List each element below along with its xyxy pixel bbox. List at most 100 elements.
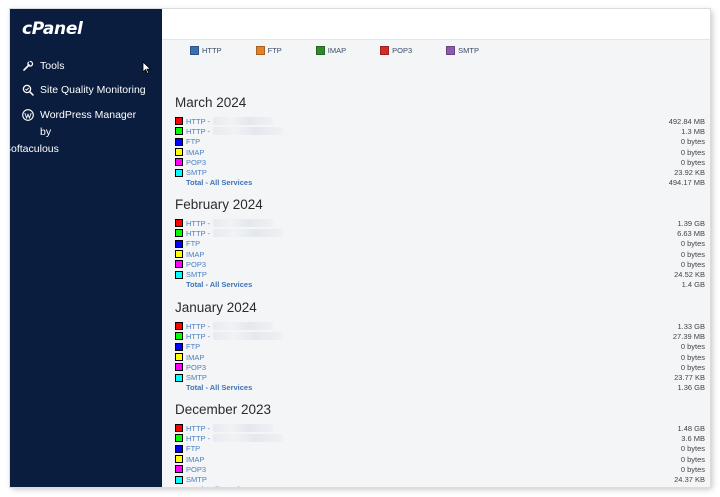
service-link[interactable]: HTTP -: [186, 322, 210, 331]
service-color-swatch: [175, 148, 183, 157]
legend-label: HTTP: [202, 46, 222, 55]
service-link[interactable]: HTTP -: [186, 127, 210, 136]
service-row: FTP 0 bytes: [175, 239, 705, 249]
service-link[interactable]: FTP: [186, 137, 200, 146]
bandwidth-content: HTTP FTP IMAP POP3 SMTP March 2024 HTTP -492.…: [162, 40, 710, 487]
service-usage-value: 0 bytes: [680, 362, 705, 372]
service-row: FTP 0 bytes: [175, 137, 705, 147]
service-link[interactable]: FTP: [186, 342, 200, 351]
service-color-swatch: [175, 270, 183, 279]
service-usage-value: 23.92 KB: [674, 168, 705, 178]
service-row: HTTP - 27.39 MB: [175, 331, 705, 341]
service-link[interactable]: SMTP: [186, 168, 207, 177]
service-link[interactable]: HTTP -: [186, 229, 210, 238]
service-color-swatch: [175, 444, 183, 453]
service-usage-value: 6.63 MB: [677, 228, 705, 238]
total-all-services-link[interactable]: Total - All Services: [186, 178, 252, 187]
service-row: POP3 0 bytes: [175, 464, 705, 474]
service-link[interactable]: IMAP: [186, 148, 204, 157]
service-color-swatch: [175, 465, 183, 474]
service-row: FTP 0 bytes: [175, 444, 705, 454]
service-row: SMTP 23.92 KB: [175, 167, 705, 177]
service-link[interactable]: POP3: [186, 158, 206, 167]
service-usage-value: 1.33 GB: [677, 321, 705, 331]
legend-label: SMTP: [458, 46, 479, 55]
service-row: IMAP 0 bytes: [175, 454, 705, 464]
service-row: HTTP - 1.33 GB: [175, 321, 705, 331]
total-all-services-link[interactable]: Total - All Services: [186, 280, 252, 289]
service-link[interactable]: HTTP -: [186, 332, 210, 341]
service-link[interactable]: IMAP: [186, 353, 204, 362]
service-color-swatch: [175, 250, 183, 259]
legend-item-imap: IMAP: [315, 46, 346, 55]
service-color-swatch: [175, 322, 183, 331]
legend-item-smtp: SMTP: [446, 46, 479, 55]
service-row: POP3 0 bytes: [175, 157, 705, 167]
service-link[interactable]: IMAP: [186, 250, 204, 259]
service-row: IMAP 0 bytes: [175, 147, 705, 157]
legend-swatch: [315, 46, 325, 55]
service-usage-value: 0 bytes: [680, 342, 705, 352]
top-bar: [162, 9, 710, 40]
service-link[interactable]: HTTP -: [186, 117, 210, 126]
service-link[interactable]: HTTP -: [186, 434, 210, 443]
legend-item-http: HTTP: [190, 46, 222, 55]
service-usage-value: 0 bytes: [680, 444, 705, 454]
legend-swatch: [446, 46, 456, 55]
service-color-swatch: [175, 168, 183, 177]
chart-legend: HTTP FTP IMAP POP3 SMTP: [190, 46, 513, 55]
service-row: POP3 0 bytes: [175, 259, 705, 269]
service-row: SMTP 23.77 KB: [175, 372, 705, 382]
sidebar-item-label-line2: Softaculous: [10, 143, 59, 155]
redacted-domain: [213, 424, 274, 433]
wrench-icon: [23, 60, 34, 71]
sidebar-item-wordpress-manager[interactable]: WordPress Manager by Softaculous: [10, 107, 152, 158]
service-link[interactable]: SMTP: [186, 475, 207, 484]
service-link[interactable]: FTP: [186, 444, 200, 453]
service-link[interactable]: POP3: [186, 363, 206, 372]
service-row: IMAP 0 bytes: [175, 352, 705, 362]
service-color-swatch: [175, 332, 183, 341]
service-link[interactable]: HTTP -: [186, 219, 210, 228]
legend-label: POP3: [392, 46, 413, 55]
service-row: HTTP - 1.3 MB: [175, 126, 705, 136]
service-usage-value: 0 bytes: [680, 352, 705, 362]
service-usage-value: 23.77 KB: [674, 373, 705, 383]
total-all-services-link[interactable]: Total - All Services: [186, 383, 252, 392]
service-link[interactable]: IMAP: [186, 455, 204, 464]
service-color-swatch: [175, 475, 183, 484]
service-link[interactable]: POP3: [186, 260, 206, 269]
service-usage-value: 0 bytes: [680, 259, 705, 269]
service-link[interactable]: POP3: [186, 465, 206, 474]
service-usage-value: 1.3 MB: [681, 126, 705, 136]
service-row: SMTP 24.52 KB: [175, 269, 705, 279]
sidebar-item-label: WordPress Manager by: [40, 109, 137, 138]
legend-swatch: [190, 46, 199, 55]
service-usage-value: 24.52 KB: [674, 270, 705, 280]
month-section: February 2024 HTTP -1.39 GB HTTP -6.63 MB F…: [175, 195, 705, 290]
service-usage-value: 27.39 MB: [672, 331, 705, 341]
total-usage-value: 494.17 MB: [668, 178, 705, 188]
service-usage-value: 1.48 GB: [677, 423, 705, 433]
month-title: January 2024: [175, 300, 257, 315]
service-color-swatch: [175, 363, 183, 372]
sidebar-item-site-quality-monitoring[interactable]: Site Quality Monitoring: [22, 82, 146, 99]
service-usage-value: 1.39 GB: [677, 218, 705, 228]
service-color-swatch: [175, 424, 183, 433]
service-link[interactable]: SMTP: [186, 270, 207, 279]
legend-label: FTP: [267, 46, 282, 55]
service-row: HTTP - 3.6 MB: [175, 433, 705, 443]
sidebar-item-tools[interactable]: Tools: [22, 58, 65, 75]
service-link[interactable]: SMTP: [186, 373, 207, 382]
cpanel-logo[interactable]: cPanel: [22, 19, 83, 39]
total-row: Total - All Services 1.49 GB: [175, 485, 705, 487]
service-color-swatch: [175, 229, 183, 238]
service-usage-value: 0 bytes: [680, 137, 705, 147]
legend-item-pop3: POP3: [380, 46, 412, 55]
service-color-swatch: [175, 117, 183, 126]
total-all-services-link[interactable]: Total - All Services: [186, 485, 252, 487]
service-link[interactable]: HTTP -: [186, 424, 210, 433]
redacted-domain: [213, 117, 274, 126]
service-row: HTTP - 1.39 GB: [175, 218, 705, 228]
service-link[interactable]: FTP: [186, 239, 200, 248]
